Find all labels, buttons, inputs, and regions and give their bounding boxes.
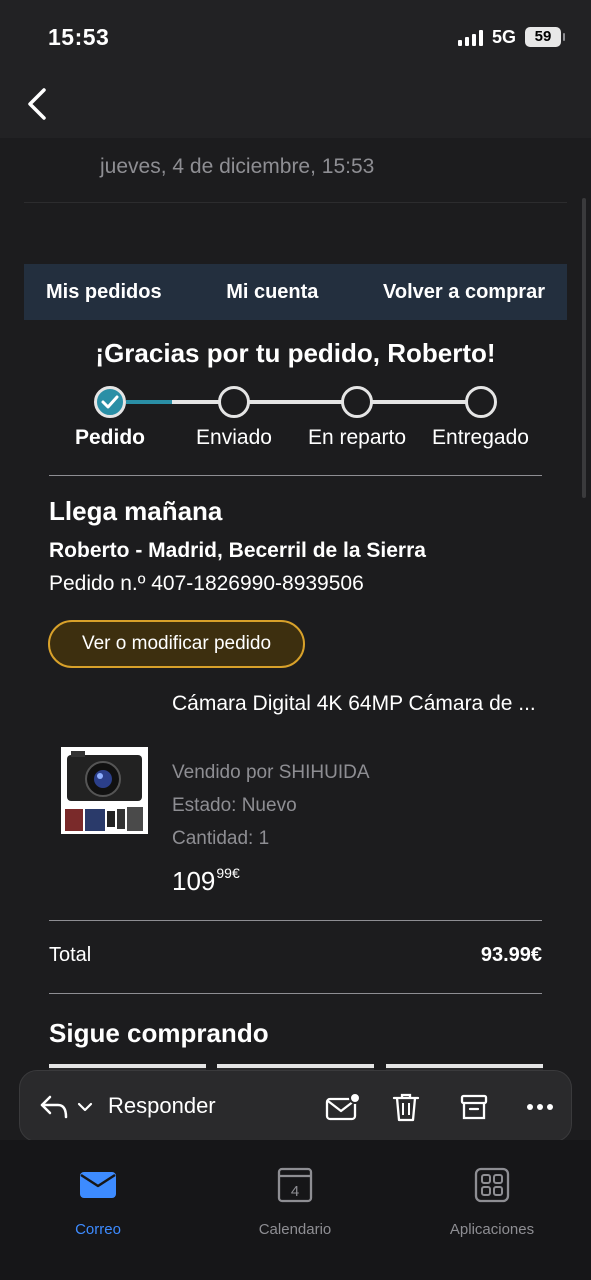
battery-icon: 59	[525, 27, 565, 47]
amazon-nav-bar: Mis pedidos Mi cuenta Volver a comprar	[24, 264, 567, 320]
mail-action-toolbar: Responder	[19, 1070, 572, 1142]
cellular-signal-icon	[458, 30, 484, 46]
mail-content[interactable]: jueves, 4 de diciembre, 15:53 Mis pedido…	[0, 138, 591, 1140]
product-quantity: Cantidad: 1	[172, 828, 270, 849]
top-bar: 15:53 5G 59	[0, 0, 591, 138]
keep-shopping-heading: Sigue comprando	[49, 1018, 269, 1048]
step-label-en-reparto: En reparto	[307, 426, 407, 449]
progress-track-pending	[172, 400, 466, 404]
product-image[interactable]	[61, 747, 148, 834]
view-modify-order-button[interactable]: Ver o modificar pedido	[48, 620, 305, 668]
tab-label: Calendario	[258, 1221, 332, 1238]
step-label-pedido: Pedido	[74, 426, 145, 449]
network-type: 5G	[492, 27, 517, 47]
status-time: 15:53	[48, 24, 110, 50]
tab-calendario[interactable]: 4 Calendario	[225, 1166, 365, 1238]
nav-link-mis-pedidos[interactable]: Mis pedidos	[46, 281, 162, 304]
price-fraction: 99€	[216, 865, 240, 881]
divider	[24, 202, 567, 203]
reply-button-label[interactable]: Responder	[108, 1093, 216, 1119]
tab-label: Correo	[75, 1221, 121, 1238]
product-condition: Estado: Nuevo	[172, 795, 297, 816]
delivery-address: Roberto - Madrid, Becerril de la Sierra	[49, 539, 426, 562]
tab-correo[interactable]: Correo	[28, 1166, 168, 1238]
nav-link-mi-cuenta[interactable]: Mi cuenta	[226, 281, 318, 304]
total-label: Total	[49, 944, 92, 966]
order-progress-tracker: Pedido Enviado En reparto Entregado	[0, 384, 591, 474]
mark-unread-icon[interactable]	[322, 1089, 362, 1125]
bottom-tab-bar: Correo 4 Calendario Aplicaciones	[0, 1140, 591, 1280]
step-label-entregado: Entregado	[432, 426, 529, 449]
price-main: 109	[172, 866, 216, 896]
divider	[49, 475, 542, 476]
progress-node-en-reparto	[341, 386, 373, 418]
archive-icon[interactable]	[456, 1089, 492, 1125]
nav-link-volver-a-comprar[interactable]: Volver a comprar	[383, 281, 545, 304]
thanks-heading: ¡Gracias por tu pedido, Roberto!	[95, 338, 496, 368]
camera-icon	[61, 747, 148, 834]
divider	[49, 993, 542, 994]
progress-track-done	[126, 400, 172, 404]
reply-icon[interactable]	[36, 1089, 72, 1125]
mail-icon	[80, 1172, 116, 1198]
progress-node-enviado	[218, 386, 250, 418]
product-seller: Vendido por SHIHUIDA	[172, 762, 370, 783]
product-price: 10999€	[172, 865, 240, 897]
checkmark-icon	[101, 395, 119, 409]
divider	[49, 920, 542, 921]
tab-aplicaciones[interactable]: Aplicaciones	[422, 1166, 562, 1238]
trash-icon[interactable]	[388, 1089, 424, 1125]
back-arrow-icon[interactable]	[22, 84, 52, 124]
product-title[interactable]: Cámara Digital 4K 64MP Cámara de ...	[172, 687, 542, 720]
calendar-icon: 4	[277, 1167, 313, 1203]
apps-grid-icon	[474, 1167, 510, 1203]
calendar-badge: 4	[291, 1183, 299, 1200]
delivery-heading: Llega mañana	[49, 496, 223, 526]
mail-date: jueves, 4 de diciembre, 15:53	[100, 155, 375, 178]
tab-label: Aplicaciones	[449, 1221, 535, 1238]
order-number: Pedido n.º 407-1826990-8939506	[49, 572, 364, 595]
total-value: 93.99€	[480, 944, 542, 966]
progress-node-entregado	[465, 386, 497, 418]
chevron-down-icon[interactable]	[74, 1089, 96, 1125]
step-label-enviado: Enviado	[196, 426, 272, 449]
progress-node-pedido	[94, 386, 126, 418]
more-options-icon[interactable]	[522, 1089, 558, 1125]
